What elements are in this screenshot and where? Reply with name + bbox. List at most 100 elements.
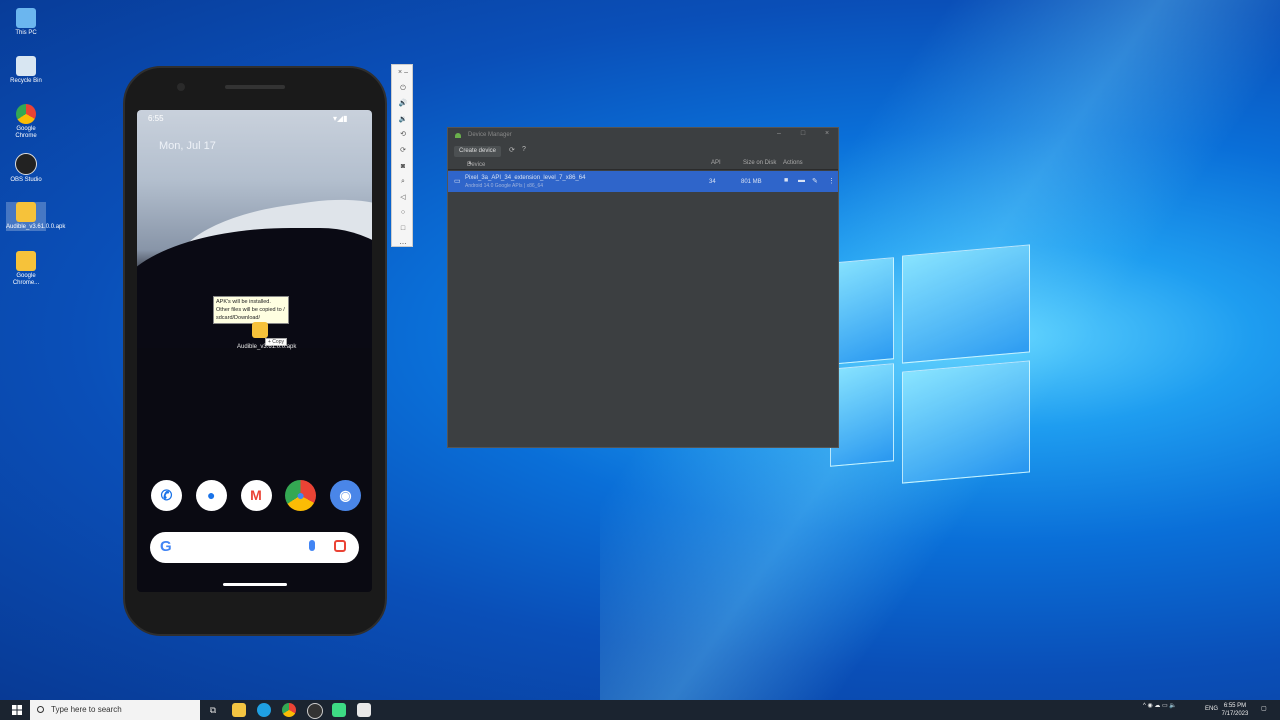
task-view-icon[interactable]: ⧉ [206,703,220,717]
edge-icon[interactable] [257,703,271,717]
front-camera [177,83,185,91]
desktop-background: This PC Recycle Bin Google Chrome OBS St… [0,0,1280,700]
phone-screen[interactable]: 6:55 ▾◢▮ Mon, Jul 17 APK's will be insta… [137,110,372,592]
device-table-header: Device ▲ API Size on Disk Actions [448,158,838,170]
android-studio-icon[interactable] [332,703,346,717]
more-icon[interactable]: ⋯ [392,237,414,253]
google-logo-icon: G [160,538,172,555]
minimize-icon[interactable]: – [773,130,785,137]
device-type-icon: ▭ [454,178,461,185]
close-icon[interactable]: × [821,130,833,137]
messages-app-icon[interactable]: ● [195,480,227,511]
desktop-icon-label: This PC [15,30,37,36]
column-api[interactable]: API [711,160,721,166]
gesture-nav-bar[interactable] [223,583,287,586]
device-manager-window: Device Manager – □ × Create device ⟳ ? D… [447,127,839,448]
search-icon [37,706,44,713]
desktop-icon-this-pc[interactable]: This PC [6,8,46,37]
tooltip-line: Other files will be copied to / [216,307,285,313]
dragged-file-label: Audible_v3.61.0.0.apk [237,344,297,350]
taskbar-clock[interactable]: 6:55 PM 7/17/2023 [1215,702,1255,718]
dragged-apk-icon [252,322,268,338]
desktop-icon-audible-apk[interactable]: Audible_v3.61.0.0.apk [6,202,65,231]
search-placeholder: Type here to search [51,705,122,714]
camera-app-icon[interactable]: ◉ [330,480,361,511]
device-subtitle: Android 14.0 Google APIs | x86_64 [465,183,544,189]
volume-up-icon[interactable]: 🔊 [392,96,414,112]
desktop-icon-obs[interactable]: OBS Studio [6,153,46,184]
home-date[interactable]: Mon, Jul 17 [159,140,216,152]
window-title: Device Manager [468,132,512,138]
tray-icons[interactable]: ^ ◉ ☁ ▭ 🔈 [1143,702,1177,709]
desktop-icon-label: Google Chrome... [12,273,40,286]
column-actions: Actions [783,160,803,166]
desktop-icon-label: Audible_v3.61.0.0.apk [6,224,66,230]
app-icon[interactable] [357,703,371,717]
notification-icon[interactable]: ▢ [1261,705,1267,712]
recycle-bin-icon [16,56,36,76]
edit-icon[interactable]: ✎ [812,177,818,185]
device-api: 34 [709,179,716,185]
column-device[interactable]: Device ▲ [467,160,485,168]
rotate-left-icon[interactable]: ⟲ [392,127,414,143]
app-dock: ✆ ● M ● ◉ [151,480,361,511]
stop-icon[interactable]: ■ [784,177,788,184]
desktop-icon-label: Google Chrome [15,126,37,139]
status-icons: ▾◢▮ [333,114,348,123]
help-icon[interactable]: ? [522,146,526,153]
power-icon[interactable]: ⏻ [392,81,414,97]
desktop-icon-label: OBS Studio [10,177,42,183]
desktop-icon-label: Recycle Bin [10,78,42,84]
obs-icon [15,153,37,175]
computer-icon [16,8,36,28]
chrome-icon [16,104,36,124]
volume-down-icon[interactable]: 🔉 [392,112,414,128]
close-icon[interactable]: × ‒ [392,65,414,81]
windows-start-icon[interactable] [12,705,22,715]
clock-date: 7/17/2023 [1221,711,1249,717]
device-size: 801 MB [741,179,762,185]
device-name: Pixel_3a_API_34_extension_level_7_x86_64 [465,175,586,181]
rotate-right-icon[interactable]: ⟳ [392,143,414,159]
desktop-icon-recycle-bin[interactable]: Recycle Bin [6,56,46,85]
status-time: 6:55 [148,114,164,123]
create-device-button[interactable]: Create device [454,146,502,157]
desktop-icon-apk-2[interactable]: Google Chrome... [6,251,46,287]
table-row[interactable]: ▭ Pixel_3a_API_34_extension_level_7_x86_… [448,171,838,192]
folder-icon[interactable]: ▬ [798,177,805,184]
desktop-icon-chrome[interactable]: Google Chrome [6,104,46,140]
maximize-icon[interactable]: □ [797,130,809,137]
window-titlebar[interactable]: Device Manager – □ × [448,128,838,144]
gmail-app-icon[interactable]: M [240,480,272,511]
emulator-side-toolbar: × ‒ ⏻ 🔊 🔉 ⟲ ⟳ ◙ ⌕ ◁ ○ □ ⋯ [391,64,414,248]
back-icon[interactable]: ◁ [392,190,414,206]
android-logo-icon [455,133,461,138]
clock-time: 6:55 PM [1223,703,1247,709]
device-manager-toolbar: Create device ⟳ ? [448,144,838,158]
windows-taskbar: Type here to search ⧉ ^ ◉ ☁ ▭ 🔈 ENG 6:55… [0,700,1280,720]
more-icon[interactable]: ⋮ [828,177,835,185]
tooltip-line: APK's will be installed. [216,299,271,305]
earpiece-speaker [225,85,285,89]
file-explorer-icon[interactable] [232,703,246,717]
zoom-icon[interactable]: ⌕ [392,174,414,190]
windows-logo [830,240,1030,484]
overview-icon[interactable]: □ [392,221,414,237]
chrome-app-icon[interactable]: ● [285,480,317,511]
obs-icon[interactable] [307,703,323,719]
home-icon[interactable]: ○ [392,205,414,221]
google-lens-icon[interactable] [334,540,346,552]
google-search-bar[interactable]: G [150,532,359,563]
microphone-icon[interactable] [309,540,315,551]
drag-drop-tooltip: APK's will be installed. Other files wil… [213,296,289,324]
column-size[interactable]: Size on Disk [743,160,776,166]
camera-icon[interactable]: ◙ [392,159,414,175]
column-device-label: Device [467,162,486,168]
refresh-icon[interactable]: ⟳ [509,146,515,154]
tooltip-line: sdcard/Download/ [216,315,261,321]
taskbar-search-box[interactable]: Type here to search [30,700,200,720]
chrome-icon[interactable] [282,703,296,717]
apk-file-icon [16,251,36,271]
apk-file-icon [16,202,36,222]
phone-app-icon[interactable]: ✆ [151,480,182,511]
